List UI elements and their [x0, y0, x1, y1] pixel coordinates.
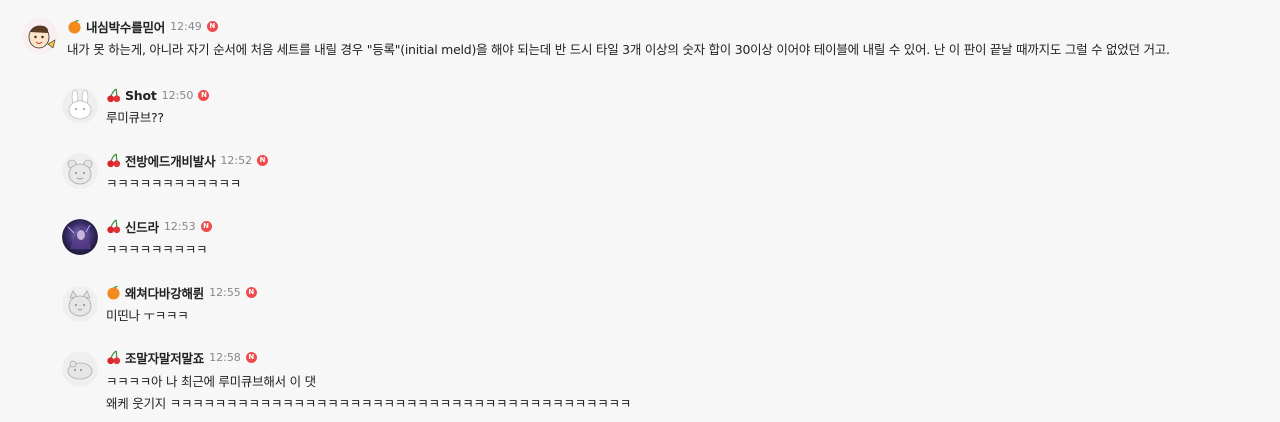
comment-text: ㅋㅋㅋㅋㅋㅋㅋㅋㅋ: [106, 242, 208, 257]
comment-text: 왜케 웃기지 ㅋㅋㅋㅋㅋㅋㅋㅋㅋㅋㅋㅋㅋㅋㅋㅋㅋㅋㅋㅋㅋㅋㅋㅋㅋㅋㅋㅋㅋㅋㅋㅋㅋ…: [106, 396, 631, 411]
comment-header: 조말자말저말죠 12:58 N: [106, 348, 257, 366]
comment-header: Shot 12:50 N: [106, 86, 210, 104]
comment-text: 루미큐브??: [106, 110, 164, 125]
comment-text: 미띤나 ㅜㅋㅋㅋ: [106, 308, 189, 323]
comment-header: 왜쳐다바강해륀 12:55 N: [106, 283, 257, 301]
comment-text: ㅋㅋㅋㅋㅋㅋㅋㅋㅋㅋㅋㅋ: [106, 176, 242, 191]
bear-profile-icon: [62, 153, 98, 189]
cherry-icon: [106, 152, 121, 168]
nickname[interactable]: 왜쳐다바강해륀: [125, 283, 204, 302]
comment-header: 신드라 12:53 N: [106, 217, 212, 235]
nickname[interactable]: 신드라: [125, 217, 159, 236]
comment-header: 내심박수를믿어 12:49 N: [67, 17, 218, 35]
new-badge: N: [198, 89, 210, 101]
avatar[interactable]: [22, 18, 58, 54]
nickname[interactable]: Shot: [125, 88, 157, 103]
comment-time: 12:55: [209, 285, 241, 299]
comment-time: 12:58: [209, 350, 241, 364]
avatar[interactable]: [62, 88, 98, 124]
avatar[interactable]: [62, 286, 98, 322]
new-badge: N: [200, 220, 212, 232]
new-badge: N: [245, 286, 257, 298]
comment-header: 전방에드개비발사 12:52 N: [106, 151, 269, 170]
character-art-icon: [62, 219, 98, 255]
comment-text: 내가 못 하는게, 아니라 자기 순서에 처음 세트를 내릴 경우 "등록"(i…: [67, 42, 1170, 57]
hamster-profile-icon: [62, 351, 98, 387]
comment-time: 12:53: [163, 219, 196, 233]
orange-icon: [67, 19, 82, 34]
nickname[interactable]: 전방에드개비발사: [125, 151, 216, 170]
comment-time: 12:49: [170, 19, 202, 33]
new-badge: N: [206, 20, 218, 32]
cherry-icon: [106, 87, 121, 103]
avatar[interactable]: [62, 153, 98, 189]
comment-time: 12:50: [161, 88, 194, 102]
new-badge: N: [257, 154, 269, 166]
cat-profile-icon: [62, 286, 98, 322]
avatar[interactable]: [62, 219, 98, 255]
cartoon-face-icon: [22, 18, 58, 54]
comment-time: 12:52: [220, 153, 253, 167]
nickname[interactable]: 조말자말저말죠: [125, 348, 204, 367]
cherry-icon: [106, 349, 121, 365]
new-badge: N: [245, 351, 257, 363]
cherry-icon: [106, 218, 121, 234]
avatar[interactable]: [62, 351, 98, 387]
rabbit-profile-icon: [62, 88, 98, 124]
nickname[interactable]: 내심박수를믿어: [86, 17, 165, 36]
orange-icon: [106, 285, 121, 300]
comment-text: ㅋㅋㅋㅋ아 나 최근에 루미큐브해서 이 댓: [106, 374, 316, 389]
